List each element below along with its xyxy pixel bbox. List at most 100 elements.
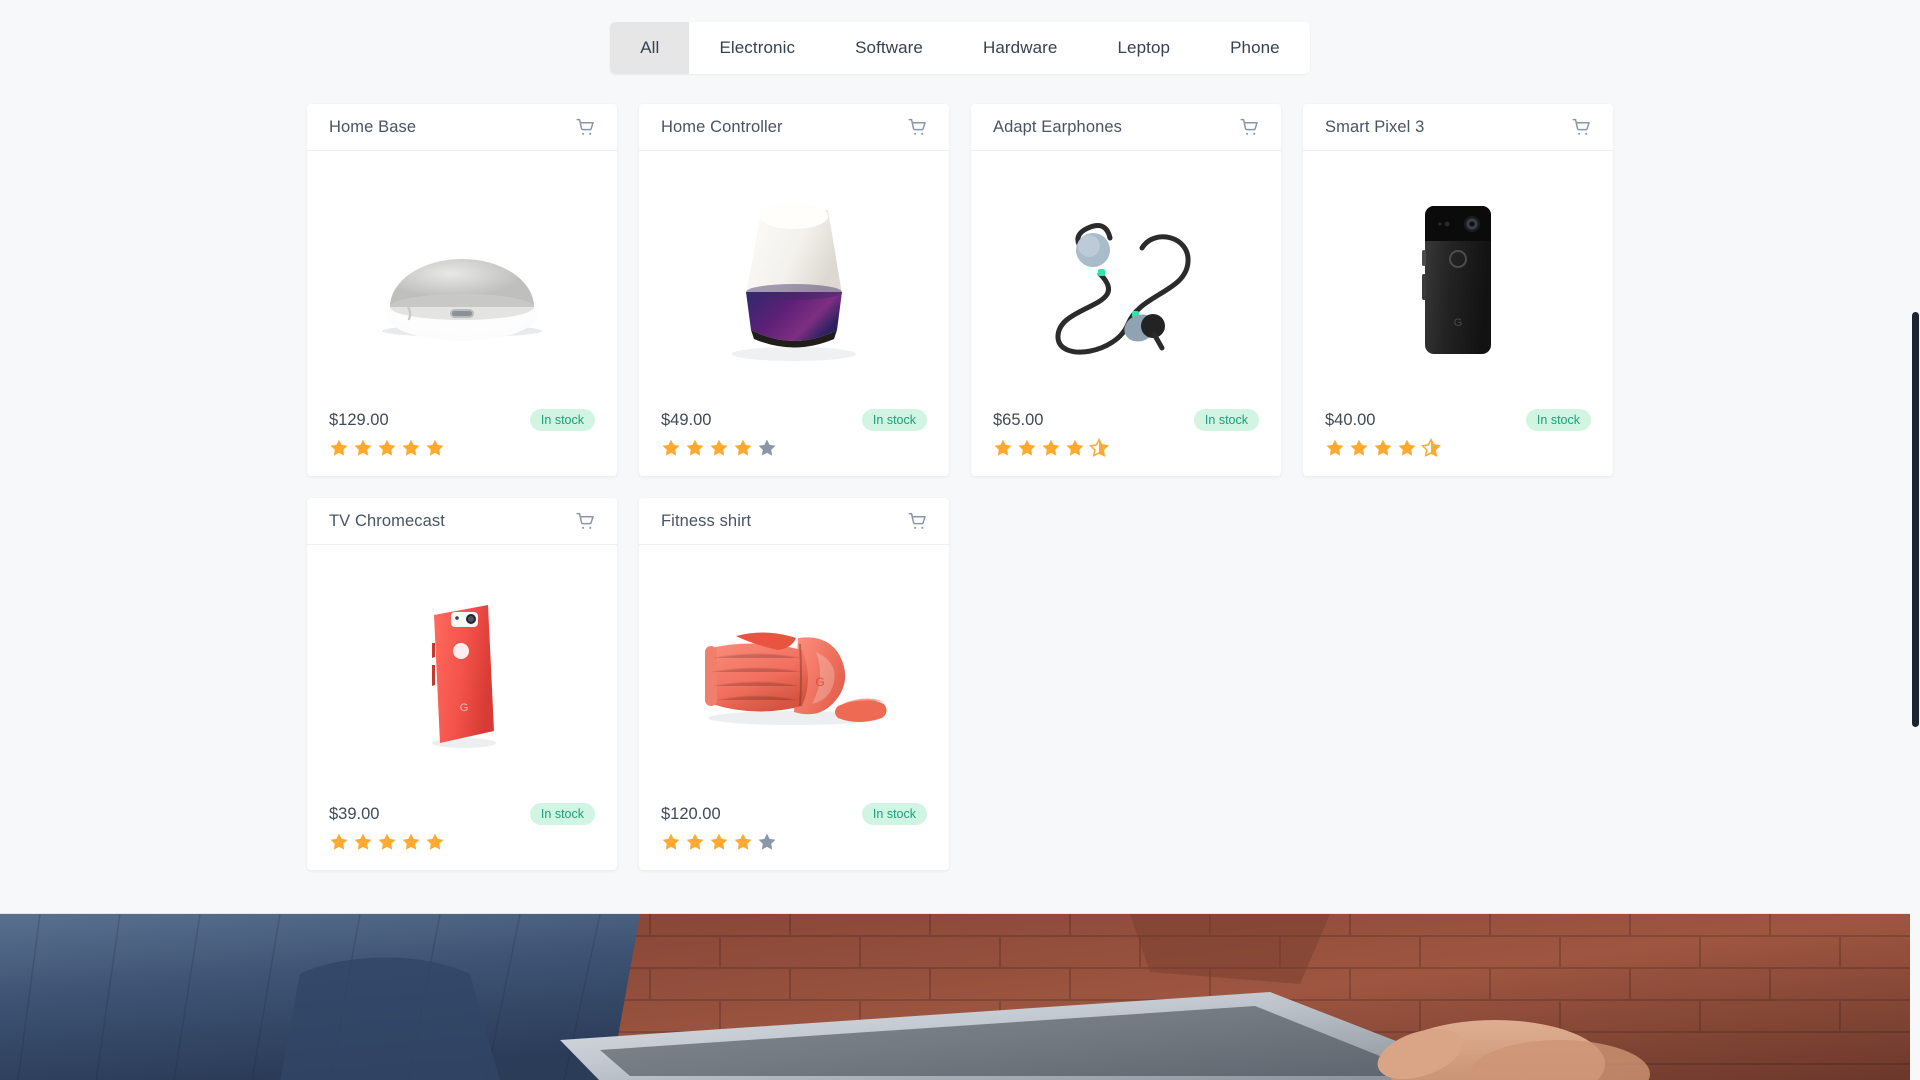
product-card-footer: $40.00 In stock [1303, 405, 1613, 476]
product-rating-stars [329, 438, 595, 458]
star-filled-icon [377, 438, 397, 458]
star-filled-icon [661, 832, 681, 852]
svg-text:G: G [815, 675, 824, 689]
star-filled-icon [1065, 438, 1085, 458]
star-filled-icon [733, 832, 753, 852]
page-scrollbar-track[interactable] [1910, 0, 1920, 1080]
page-root: All Electronic Software Hardware Leptop Phone… [0, 0, 1920, 1080]
product-card-footer: $120.00 In stock [639, 799, 949, 870]
product-title: Adapt Earphones [993, 117, 1123, 136]
product-title: Home Controller [661, 117, 783, 136]
star-filled-icon [425, 832, 445, 852]
star-filled-icon [1397, 438, 1417, 458]
product-card[interactable]: Adapt Earphones $65.00 In stock [971, 104, 1281, 476]
product-image [639, 151, 949, 405]
star-filled-icon [709, 832, 729, 852]
shopping-cart-icon[interactable] [908, 118, 927, 137]
product-card-footer: $129.00 In stock [307, 405, 617, 476]
tab-hardware[interactable]: Hardware [952, 22, 1088, 74]
star-empty-icon [757, 438, 777, 458]
star-filled-icon [733, 438, 753, 458]
product-image [971, 151, 1281, 405]
product-card[interactable]: Smart Pixel 3 G $40.00 In stock [1303, 104, 1613, 476]
star-filled-icon [353, 832, 373, 852]
stock-status-badge: In stock [529, 803, 595, 825]
stock-status-badge: In stock [1193, 409, 1259, 431]
star-filled-icon [993, 438, 1013, 458]
category-tabbar-wrapper: All Electronic Software Hardware Leptop Phone [0, 0, 1920, 74]
star-half-icon [1421, 438, 1441, 458]
tab-electronic[interactable]: Electronic [689, 22, 826, 74]
star-filled-icon [401, 832, 421, 852]
star-half-icon [1089, 438, 1109, 458]
svg-text:G: G [460, 702, 469, 714]
product-card[interactable]: Fitness shirt G $120.00 In stock [639, 498, 949, 870]
stock-status-badge: In stock [1525, 409, 1591, 431]
product-card-footer: $49.00 In stock [639, 405, 949, 476]
star-filled-icon [377, 832, 397, 852]
stock-status-badge: In stock [529, 409, 595, 431]
product-card-header: Adapt Earphones [971, 104, 1281, 151]
product-title: Fitness shirt [661, 511, 752, 530]
product-price: $120.00 [661, 804, 721, 823]
product-card-footer: $65.00 In stock [971, 405, 1281, 476]
product-rating-stars [661, 832, 927, 852]
product-price: $40.00 [1325, 410, 1376, 429]
tab-leptop[interactable]: Leptop [1087, 22, 1201, 74]
star-filled-icon [685, 832, 705, 852]
star-filled-icon [329, 832, 349, 852]
shopping-cart-icon[interactable] [1572, 118, 1591, 137]
star-empty-icon [757, 832, 777, 852]
star-filled-icon [425, 438, 445, 458]
product-image: G [639, 545, 949, 799]
product-card[interactable]: Home Controller $49.00 In stock [639, 104, 949, 476]
product-card-header: TV Chromecast [307, 498, 617, 545]
star-filled-icon [329, 438, 349, 458]
product-card-header: Home Controller [639, 104, 949, 151]
product-price: $39.00 [329, 804, 380, 823]
product-card-footer: $39.00 In stock [307, 799, 617, 870]
product-card[interactable]: TV Chromecast G $39.00 In stock [307, 498, 617, 870]
star-filled-icon [401, 438, 421, 458]
product-image [307, 151, 617, 405]
product-grid: Home Base $129.00 In stock Home Controller $… [0, 104, 1920, 870]
product-card-header: Smart Pixel 3 [1303, 104, 1613, 151]
star-filled-icon [353, 438, 373, 458]
star-filled-icon [661, 438, 681, 458]
stock-status-badge: In stock [861, 803, 927, 825]
product-rating-stars [1325, 438, 1591, 458]
star-filled-icon [1349, 438, 1369, 458]
product-rating-stars [661, 438, 927, 458]
product-image: G [307, 545, 617, 799]
product-price: $129.00 [329, 410, 389, 429]
stock-status-badge: In stock [861, 409, 927, 431]
product-card[interactable]: Home Base $129.00 In stock [307, 104, 617, 476]
tab-software[interactable]: Software [825, 22, 953, 74]
shopping-cart-icon[interactable] [576, 118, 595, 137]
product-title: Smart Pixel 3 [1325, 117, 1425, 136]
product-image: G [1303, 151, 1613, 405]
product-price: $65.00 [993, 410, 1044, 429]
product-card-header: Home Base [307, 104, 617, 151]
star-filled-icon [1325, 438, 1345, 458]
product-rating-stars [993, 438, 1259, 458]
svg-text:G: G [1454, 317, 1463, 329]
tab-phone[interactable]: Phone [1200, 22, 1310, 74]
product-title: Home Base [329, 117, 417, 136]
shopping-cart-icon[interactable] [1240, 118, 1259, 137]
star-filled-icon [1041, 438, 1061, 458]
product-rating-stars [329, 832, 595, 852]
star-filled-icon [1373, 438, 1393, 458]
category-tabbar: All Electronic Software Hardware Leptop Phone [610, 22, 1310, 74]
product-title: TV Chromecast [329, 511, 445, 530]
shopping-cart-icon[interactable] [908, 512, 927, 531]
page-scrollbar-thumb[interactable] [1912, 312, 1919, 727]
star-filled-icon [685, 438, 705, 458]
star-filled-icon [709, 438, 729, 458]
star-filled-icon [1017, 438, 1037, 458]
product-card-header: Fitness shirt [639, 498, 949, 545]
product-price: $49.00 [661, 410, 712, 429]
tab-all[interactable]: All [610, 22, 690, 74]
shopping-cart-icon[interactable] [576, 512, 595, 531]
lifestyle-photo-banner [0, 913, 1920, 1080]
